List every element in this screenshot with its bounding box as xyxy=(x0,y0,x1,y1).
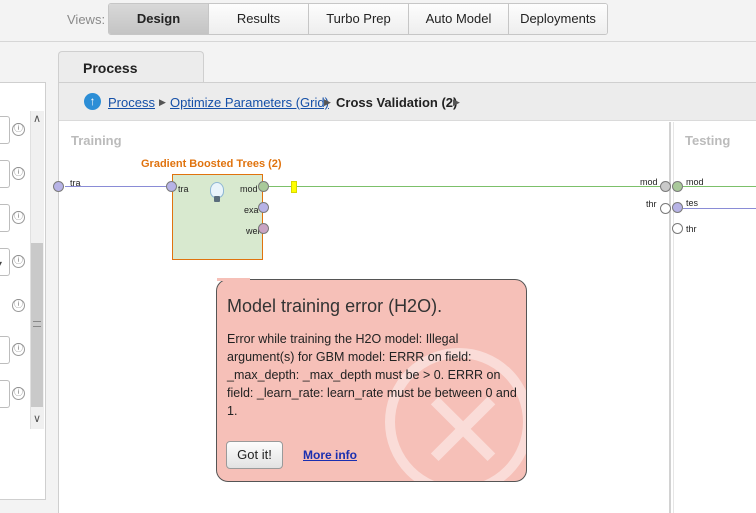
input-port-tra[interactable] xyxy=(53,181,64,192)
port-label: thr xyxy=(646,199,657,209)
operator-output-port-wei[interactable] xyxy=(258,223,269,234)
parameter-row: ⓘ xyxy=(0,285,30,329)
parameter-row: ⓘ xyxy=(0,329,30,373)
up-arrow-icon[interactable]: ↑ xyxy=(84,93,101,110)
breadcrumb-separator-icon: ▶ xyxy=(159,97,166,107)
breadcrumb-separator-icon: ▶ xyxy=(453,97,460,107)
port-label: mod xyxy=(686,177,704,187)
port-label: mod xyxy=(240,184,258,194)
scroll-up-icon[interactable]: ∧ xyxy=(30,111,44,127)
breadcrumb: ↑ Process ▶ Optimize Parameters (Grid) ▶… xyxy=(59,83,756,121)
tab-process[interactable]: Process xyxy=(58,51,204,83)
more-info-link[interactable]: More info xyxy=(303,448,357,462)
scrollbar-thumb[interactable] xyxy=(31,243,43,407)
section-divider-edge xyxy=(673,122,674,513)
view-results-button[interactable]: Results xyxy=(209,4,309,34)
breadcrumb-separator-icon: ▶ xyxy=(324,97,331,107)
parameter-row: ▾ ⓘ xyxy=(0,241,30,285)
view-deployments-button[interactable]: Deployments xyxy=(509,4,607,34)
port-label: tra xyxy=(178,184,189,194)
testing-section-label: Testing xyxy=(685,133,731,148)
parameter-row: ⓘ xyxy=(0,109,30,153)
grip-icon xyxy=(33,321,41,327)
testing-output-port-mod[interactable] xyxy=(660,181,671,192)
views-label: Views: xyxy=(67,12,106,27)
info-icon[interactable]: ⓘ xyxy=(12,255,25,268)
testing-output-port-thr[interactable] xyxy=(660,203,671,214)
view-design-button[interactable]: Design xyxy=(109,4,209,34)
breadcrumb-process[interactable]: Process xyxy=(108,95,155,110)
parameter-field[interactable] xyxy=(0,336,10,364)
parameter-field[interactable] xyxy=(0,116,10,144)
views-bar: Views: Design Results Turbo Prep Auto Mo… xyxy=(0,0,756,42)
port-label: tes xyxy=(686,198,699,208)
operator-input-port-tra[interactable] xyxy=(166,181,177,192)
testing-input-port-thr[interactable] xyxy=(672,223,683,234)
info-icon[interactable]: ⓘ xyxy=(12,299,25,312)
testing-input-port-tes[interactable] xyxy=(672,202,683,213)
parameter-field[interactable] xyxy=(0,204,10,232)
port-label: exa xyxy=(244,205,259,215)
info-icon[interactable]: ⓘ xyxy=(12,167,25,180)
connection-highlight-marker xyxy=(291,181,297,193)
error-title: Model training error (H2O). xyxy=(227,296,443,316)
popup-pointer-joint xyxy=(217,278,250,281)
info-icon[interactable]: ⓘ xyxy=(12,211,25,224)
breadcrumb-optimize-parameters[interactable]: Optimize Parameters (Grid) xyxy=(170,95,329,110)
port-label: mod xyxy=(640,177,658,187)
breadcrumb-cross-validation: Cross Validation (2) xyxy=(336,95,458,110)
views-switcher: Design Results Turbo Prep Auto Model Dep… xyxy=(108,3,608,35)
chevron-down-icon[interactable]: ▾ xyxy=(0,259,2,268)
testing-input-port-mod[interactable] xyxy=(672,181,683,192)
info-icon[interactable]: ⓘ xyxy=(12,343,25,356)
parameter-row: ⓘ xyxy=(0,373,30,417)
section-divider[interactable] xyxy=(669,122,671,513)
view-turbo-prep-button[interactable]: Turbo Prep xyxy=(309,4,409,34)
got-it-button[interactable]: Got it! xyxy=(226,441,283,469)
error-popup: ✕ Model training error (H2O). Error whil… xyxy=(216,279,527,482)
info-icon[interactable]: ⓘ xyxy=(12,123,25,136)
scroll-down-icon[interactable]: ∨ xyxy=(30,411,44,427)
operator-output-port-exa[interactable] xyxy=(258,202,269,213)
info-icon[interactable]: ⓘ xyxy=(12,387,25,400)
parameter-row: ⓘ xyxy=(0,153,30,197)
data-connection-line xyxy=(683,208,756,209)
port-label: tra xyxy=(70,178,81,188)
tab-process-label: Process xyxy=(83,60,138,76)
data-connection-line xyxy=(65,186,173,187)
port-label: thr xyxy=(686,224,697,234)
operator-output-port-mod[interactable] xyxy=(258,181,269,192)
error-message: Error while training the H2O model: Ille… xyxy=(227,332,517,418)
parameters-panel: ⓘ ⓘ ⓘ ▾ ⓘ ⓘ ⓘ ⓘ ∧ ∨ xyxy=(0,82,46,500)
view-auto-model-button[interactable]: Auto Model xyxy=(409,4,509,34)
parameter-field[interactable] xyxy=(0,380,10,408)
app-root: Views: Design Results Turbo Prep Auto Mo… xyxy=(0,0,756,513)
lightbulb-base-icon xyxy=(214,196,220,202)
training-section-label: Training xyxy=(71,133,122,148)
operator-title: Gradient Boosted Trees (2) xyxy=(141,158,282,170)
parameter-row: ⓘ xyxy=(0,197,30,241)
model-connection-line xyxy=(269,186,667,187)
parameter-field[interactable] xyxy=(0,160,10,188)
gradient-boosted-trees-operator[interactable]: tra mod exa wei xyxy=(172,174,263,260)
